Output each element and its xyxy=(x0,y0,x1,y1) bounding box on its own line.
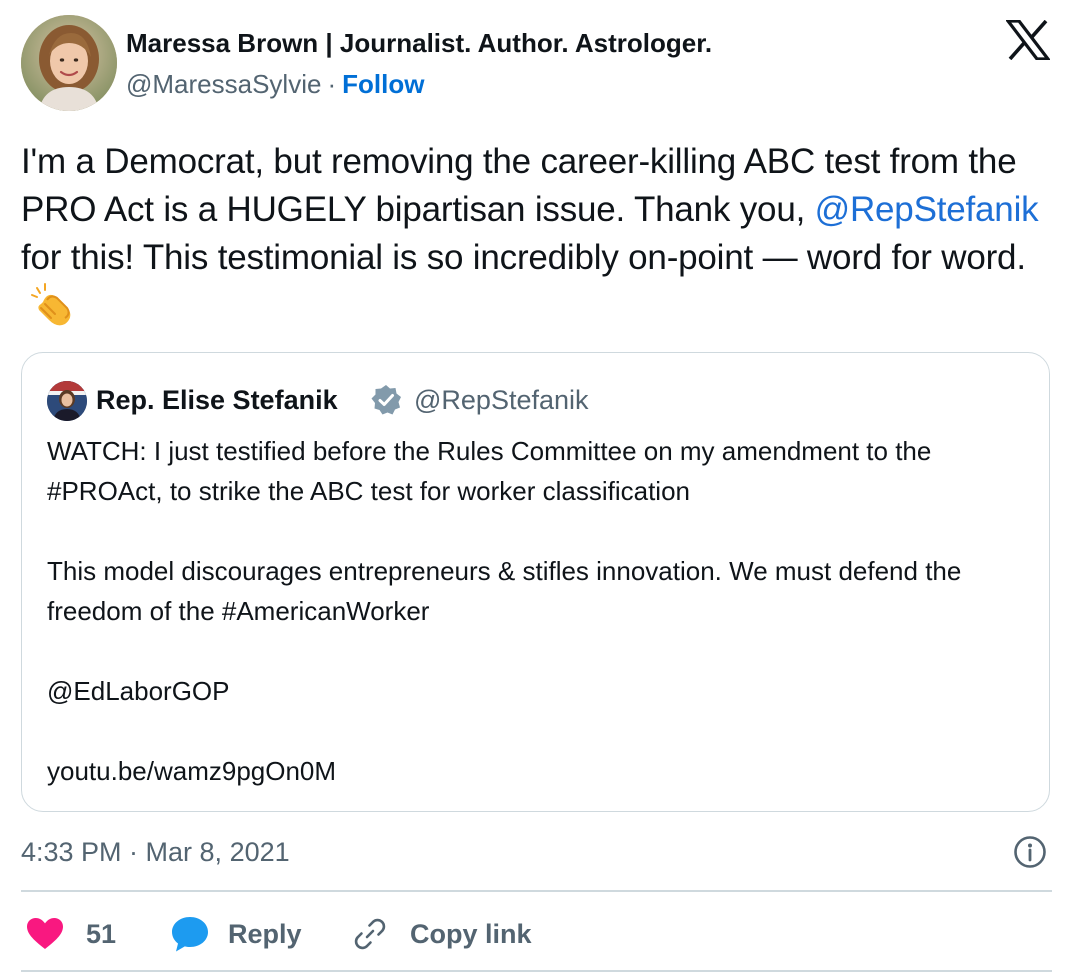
info-icon[interactable] xyxy=(1013,835,1047,869)
clapping-hands-icon xyxy=(29,282,75,341)
divider xyxy=(21,890,1052,892)
meta-separator: · xyxy=(327,69,337,99)
quoted-tweet-card[interactable]: Rep. Elise Stefanik @RepStefanik WATCH: … xyxy=(21,352,1050,812)
avatar-photo xyxy=(21,15,117,111)
author-avatar[interactable] xyxy=(21,15,117,111)
x-logo-icon[interactable] xyxy=(1006,20,1050,60)
follow-button[interactable]: Follow xyxy=(342,69,424,99)
quoted-avatar-photo xyxy=(47,381,87,421)
quoted-spacer xyxy=(47,711,1027,751)
quoted-author-handle[interactable]: @RepStefanik xyxy=(414,383,589,417)
heart-icon xyxy=(27,918,63,949)
quoted-spacer xyxy=(47,511,1027,551)
quoted-author-name[interactable]: Rep. Elise Stefanik xyxy=(96,383,338,417)
divider xyxy=(21,970,1052,972)
tweet-text-after: for this! This testimonial is so incredi… xyxy=(21,238,1026,277)
author-handle[interactable]: @MaressaSylvie xyxy=(126,69,321,99)
reply-bubble-icon xyxy=(172,917,208,952)
quoted-mention-link[interactable]: @EdLaborGOP xyxy=(47,671,1027,711)
quoted-spacer xyxy=(47,631,1027,671)
quoted-url-link[interactable]: youtu.be/wamz9pgOn0M xyxy=(47,751,1027,791)
tweet-text: I'm a Democrat, but removing the career-… xyxy=(21,138,1051,341)
reply-button[interactable]: Reply xyxy=(170,914,302,954)
copy-link-button[interactable]: Copy link xyxy=(352,914,532,954)
tweet-mention-link[interactable]: @RepStefanik xyxy=(815,190,1039,229)
quoted-paragraph: This model discourages entrepreneurs & s… xyxy=(47,556,969,626)
quoted-author-avatar[interactable] xyxy=(47,381,87,421)
verified-badge-icon xyxy=(371,385,401,415)
quoted-tweet-body: WATCH: I just testified before the Rules… xyxy=(47,431,1027,791)
tweet-timestamp[interactable]: 4:33 PM · Mar 8, 2021 xyxy=(21,835,290,869)
copy-link-label: Copy link xyxy=(410,919,532,949)
quoted-paragraph: WATCH: I just testified before the Rules… xyxy=(47,436,939,506)
link-icon xyxy=(354,918,386,950)
reply-label: Reply xyxy=(228,919,302,949)
author-name[interactable]: Maressa Brown | Journalist. Author. Astr… xyxy=(126,26,712,60)
like-count: 51 xyxy=(86,919,117,949)
like-button[interactable]: 51 xyxy=(26,914,116,954)
author-meta: @MaressaSylvie · Follow xyxy=(126,67,424,101)
